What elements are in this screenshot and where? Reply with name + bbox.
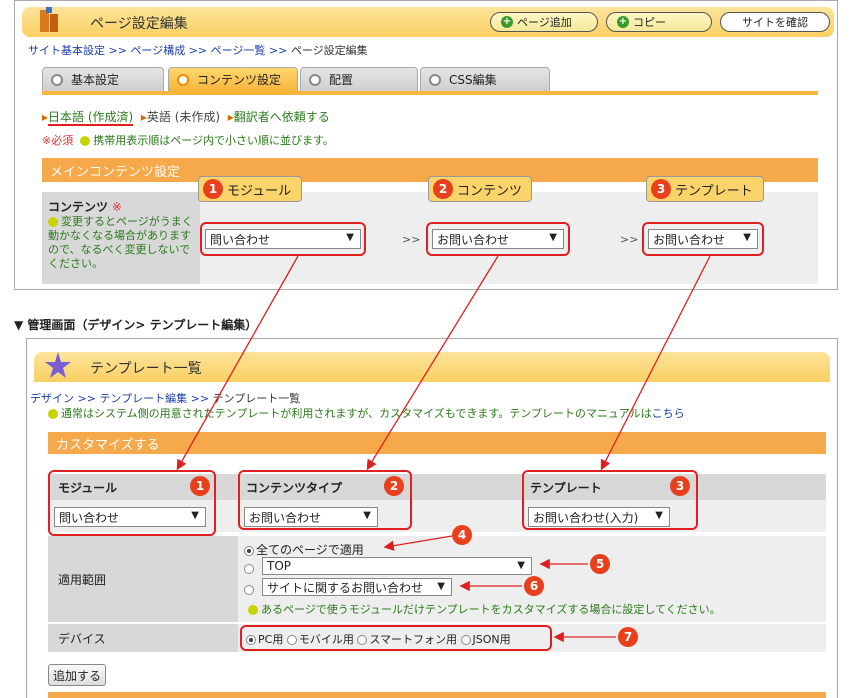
connector-arrows <box>176 255 711 643</box>
